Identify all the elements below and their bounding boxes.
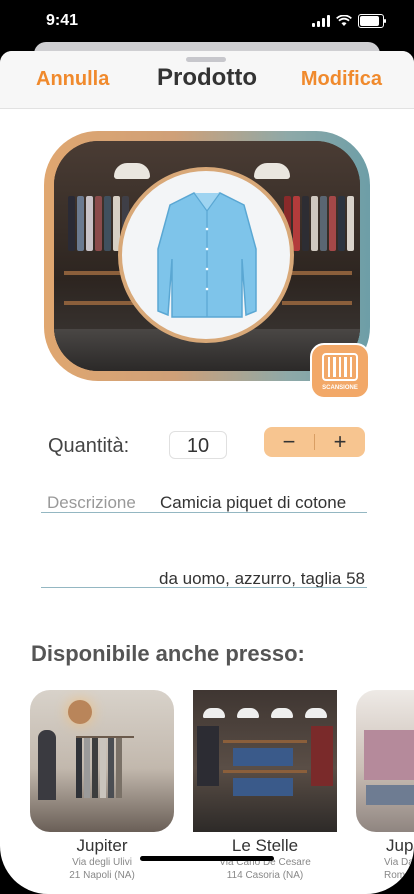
store-address: 114 Casoria (NA)	[226, 870, 304, 881]
status-time: 9:41	[46, 12, 79, 29]
description-text-line2[interactable]: da uomo, azzurro, taglia 58	[159, 569, 365, 589]
store-background-image	[54, 141, 360, 371]
store-image	[30, 690, 174, 832]
navigation-bar: Annulla Prodotto Modifica	[0, 51, 414, 109]
store-card[interactable]: Jupiter Via degli Ulivi 21 Napoli (NA)	[30, 690, 174, 882]
status-icons	[312, 14, 386, 28]
description-underline	[41, 587, 367, 588]
sheet-grabber[interactable]	[186, 57, 226, 62]
decrement-button[interactable]: −	[264, 427, 314, 457]
status-bar: 9:41	[0, 0, 414, 44]
store-address: Roma	[384, 870, 411, 881]
scan-barcode-button[interactable]: SCANSIONE	[310, 343, 370, 399]
signal-icon	[312, 15, 330, 27]
home-indicator[interactable]	[140, 856, 274, 861]
product-sheet: Annulla Prodotto Modifica SCANSIONE Quan…	[0, 51, 414, 894]
store-card[interactable]: Jup Via Da Roma	[356, 690, 414, 882]
description-underline	[41, 512, 367, 513]
description-text-line1[interactable]: Camicia piquet di cotone	[160, 493, 346, 513]
increment-button[interactable]: +	[315, 427, 365, 457]
product-image	[118, 167, 294, 343]
store-address: Via Da	[384, 857, 414, 868]
battery-icon	[358, 14, 386, 28]
store-name: Jup	[386, 836, 414, 855]
barcode-icon	[322, 353, 358, 381]
quantity-field[interactable]: 10	[169, 431, 227, 459]
store-image	[193, 690, 337, 832]
availability-title: Disponibile anche presso:	[31, 641, 305, 666]
store-image	[356, 690, 414, 832]
store-card[interactable]: Le Stelle Via Carlo De Cesare 114 Casori…	[193, 690, 337, 882]
store-name: Jupiter	[76, 836, 128, 855]
store-name: Le Stelle	[231, 836, 299, 855]
edit-button[interactable]: Modifica	[301, 68, 382, 91]
store-address: 21 Napoli (NA)	[69, 870, 135, 881]
scan-label: SCANSIONE	[322, 385, 358, 391]
description-label: Descrizione	[47, 493, 136, 512]
quantity-stepper: − +	[264, 427, 365, 457]
shirt-image	[157, 192, 257, 318]
device-frame: 9:41 Annulla Prodotto Modifica SCANSIONE…	[0, 0, 414, 894]
wifi-icon	[336, 15, 352, 26]
quantity-label: Quantità:	[48, 435, 130, 457]
